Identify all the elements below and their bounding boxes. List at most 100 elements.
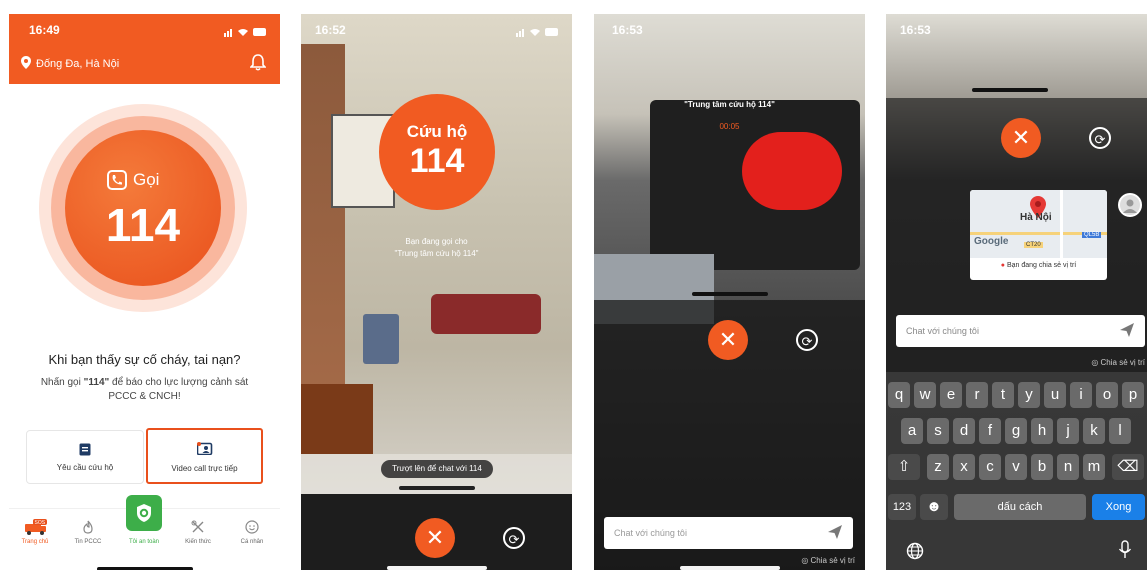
nav-item-profile[interactable]: Cá nhân bbox=[229, 515, 275, 555]
key-w[interactable]: w bbox=[914, 382, 936, 408]
call-timer: 00:05 bbox=[719, 122, 740, 131]
swipe-handle[interactable] bbox=[692, 292, 768, 296]
snack-box-image bbox=[301, 384, 373, 454]
nav-label: Trang chủ bbox=[21, 539, 49, 545]
key-p[interactable]: p bbox=[1122, 382, 1144, 408]
share-location-link[interactable]: ◎ Chia sẻ vị trí bbox=[801, 556, 855, 565]
trash-can-image bbox=[363, 314, 399, 364]
keyboard: q w e r t y u i o p a s d f g h j k l ⇧ … bbox=[886, 372, 1147, 570]
key-t[interactable]: t bbox=[992, 382, 1014, 408]
status-time: 16:49 bbox=[29, 23, 60, 37]
rotate-camera-icon: ⟳ bbox=[508, 532, 520, 547]
key-h[interactable]: h bbox=[1031, 418, 1053, 444]
nav-label: Kiến thức bbox=[185, 539, 211, 545]
status-time: 16:53 bbox=[900, 23, 931, 37]
share-location-link[interactable]: ◎ Chia sẻ vị trí bbox=[1091, 358, 1145, 367]
key-d[interactable]: d bbox=[953, 418, 975, 444]
emoji-key[interactable]: ☻ bbox=[920, 494, 948, 520]
key-i[interactable]: i bbox=[1070, 382, 1092, 408]
key-x[interactable]: x bbox=[953, 454, 975, 480]
swipe-handle[interactable] bbox=[399, 486, 475, 490]
calling-line2: "Trung tâm cứu hộ 114" bbox=[394, 249, 479, 258]
emoji-icon: ☻ bbox=[926, 498, 942, 515]
rescue-114-badge: Cứu hộ 114 bbox=[379, 94, 495, 210]
sharing-status-label: Bạn đang chia sẻ vị trí bbox=[1006, 262, 1077, 269]
brick-wall-image bbox=[301, 44, 345, 404]
globe-icon[interactable] bbox=[906, 542, 924, 560]
key-r[interactable]: r bbox=[966, 382, 988, 408]
switch-camera-button[interactable]: ⟳ bbox=[796, 329, 818, 351]
sos-truck-icon: SOS bbox=[25, 519, 47, 535]
key-o[interactable]: o bbox=[1096, 382, 1118, 408]
location-label[interactable]: Đống Đa, Hà Nội bbox=[36, 58, 119, 70]
headline: Khi bạn thấy sự cố cháy, tai nạn? bbox=[48, 352, 241, 367]
map-road bbox=[1060, 190, 1063, 258]
key-z[interactable]: z bbox=[927, 454, 949, 480]
app-header: 16:49 Đống Đa, Hà Nội bbox=[9, 14, 280, 84]
instruction-number: "114" bbox=[83, 377, 110, 388]
end-call-button[interactable]: ✕ bbox=[708, 320, 748, 360]
call-controls-panel: ✕ ⟳ bbox=[301, 494, 572, 570]
end-call-button[interactable]: ✕ bbox=[1001, 118, 1041, 158]
fire-icon bbox=[83, 520, 93, 534]
nav-label: Cá nhân bbox=[240, 539, 264, 545]
key-v[interactable]: v bbox=[1005, 454, 1027, 480]
instruction-suffix: để báo cho lực lượng cảnh sát bbox=[109, 377, 249, 388]
nav-label: Tôi an toàn bbox=[128, 539, 160, 545]
key-n[interactable]: n bbox=[1057, 454, 1079, 480]
callee-name: "Trung tâm cứu hộ 114" bbox=[684, 100, 775, 109]
nav-item-knowledge[interactable]: Kiến thức bbox=[175, 515, 221, 555]
backspace-icon: ⌫ bbox=[1117, 458, 1139, 475]
video-calling-screen: 16:52 Cứu hộ 114 Bạn đang gọi cho "Trung… bbox=[301, 14, 572, 570]
status-bar: 16:52 bbox=[301, 14, 572, 46]
microphone-icon[interactable] bbox=[1118, 540, 1132, 560]
key-l[interactable]: l bbox=[1109, 418, 1131, 444]
close-icon: ✕ bbox=[1011, 125, 1031, 150]
rotate-camera-icon: ⟳ bbox=[1094, 132, 1106, 147]
key-y[interactable]: y bbox=[1018, 382, 1040, 408]
key-b[interactable]: b bbox=[1031, 454, 1053, 480]
key-f[interactable]: f bbox=[979, 418, 1001, 444]
rescue-request-card[interactable]: Yêu cầu cứu hộ bbox=[26, 430, 144, 484]
badge-label: Cứu hộ bbox=[406, 122, 468, 141]
map-road-label: CT20 bbox=[1024, 242, 1043, 248]
key-k[interactable]: k bbox=[1083, 418, 1105, 444]
key-e[interactable]: e bbox=[940, 382, 962, 408]
space-key[interactable]: dấu cách bbox=[954, 494, 1086, 520]
call-114-button[interactable]: Gọi 114 bbox=[65, 130, 221, 286]
video-call-card[interactable]: Video call trực tiếp bbox=[146, 428, 263, 484]
phone-icon bbox=[107, 170, 127, 190]
numbers-key[interactable]: 123 bbox=[888, 494, 916, 520]
video-call-icon bbox=[197, 442, 213, 455]
key-m[interactable]: m bbox=[1083, 454, 1105, 480]
key-q[interactable]: q bbox=[888, 382, 910, 408]
chat-input[interactable]: Chat với chúng tôi bbox=[896, 315, 1145, 347]
map-city-label: Hà Nội bbox=[1020, 212, 1052, 223]
send-icon[interactable] bbox=[1119, 322, 1135, 338]
switch-camera-button[interactable]: ⟳ bbox=[503, 527, 525, 549]
chat-input[interactable]: Chat với chúng tôi bbox=[604, 517, 853, 549]
instruction-line2: PCCC & CNCH! bbox=[108, 391, 181, 402]
key-j[interactable]: j bbox=[1057, 418, 1079, 444]
bell-icon[interactable] bbox=[250, 54, 266, 71]
send-icon[interactable] bbox=[827, 524, 843, 540]
switch-camera-button[interactable]: ⟳ bbox=[1089, 127, 1111, 149]
swipe-handle[interactable] bbox=[972, 88, 1048, 92]
nav-item-home[interactable]: SOS Trang chủ bbox=[12, 515, 58, 555]
key-u[interactable]: u bbox=[1044, 382, 1066, 408]
key-g[interactable]: g bbox=[1005, 418, 1027, 444]
call-label: Gọi bbox=[133, 170, 160, 189]
key-a[interactable]: a bbox=[901, 418, 923, 444]
done-key[interactable]: Xong bbox=[1092, 494, 1145, 520]
nav-item-safe[interactable]: Tôi an toàn bbox=[121, 495, 167, 555]
backspace-key[interactable]: ⌫ bbox=[1112, 454, 1144, 480]
location-card[interactable]: Hà Nội Google CT20 QL5B ● Bạn đang chia … bbox=[970, 190, 1107, 280]
svg-text:SOS: SOS bbox=[35, 520, 46, 526]
key-c[interactable]: c bbox=[979, 454, 1001, 480]
nav-item-news[interactable]: Tin PCCC bbox=[65, 515, 111, 555]
shift-key[interactable]: ⇧ bbox=[888, 454, 920, 480]
end-call-button[interactable]: ✕ bbox=[415, 518, 455, 558]
status-time: 16:53 bbox=[612, 23, 643, 37]
key-s[interactable]: s bbox=[927, 418, 949, 444]
swipe-hint: Trượt lên để chat với 114 bbox=[381, 460, 493, 478]
